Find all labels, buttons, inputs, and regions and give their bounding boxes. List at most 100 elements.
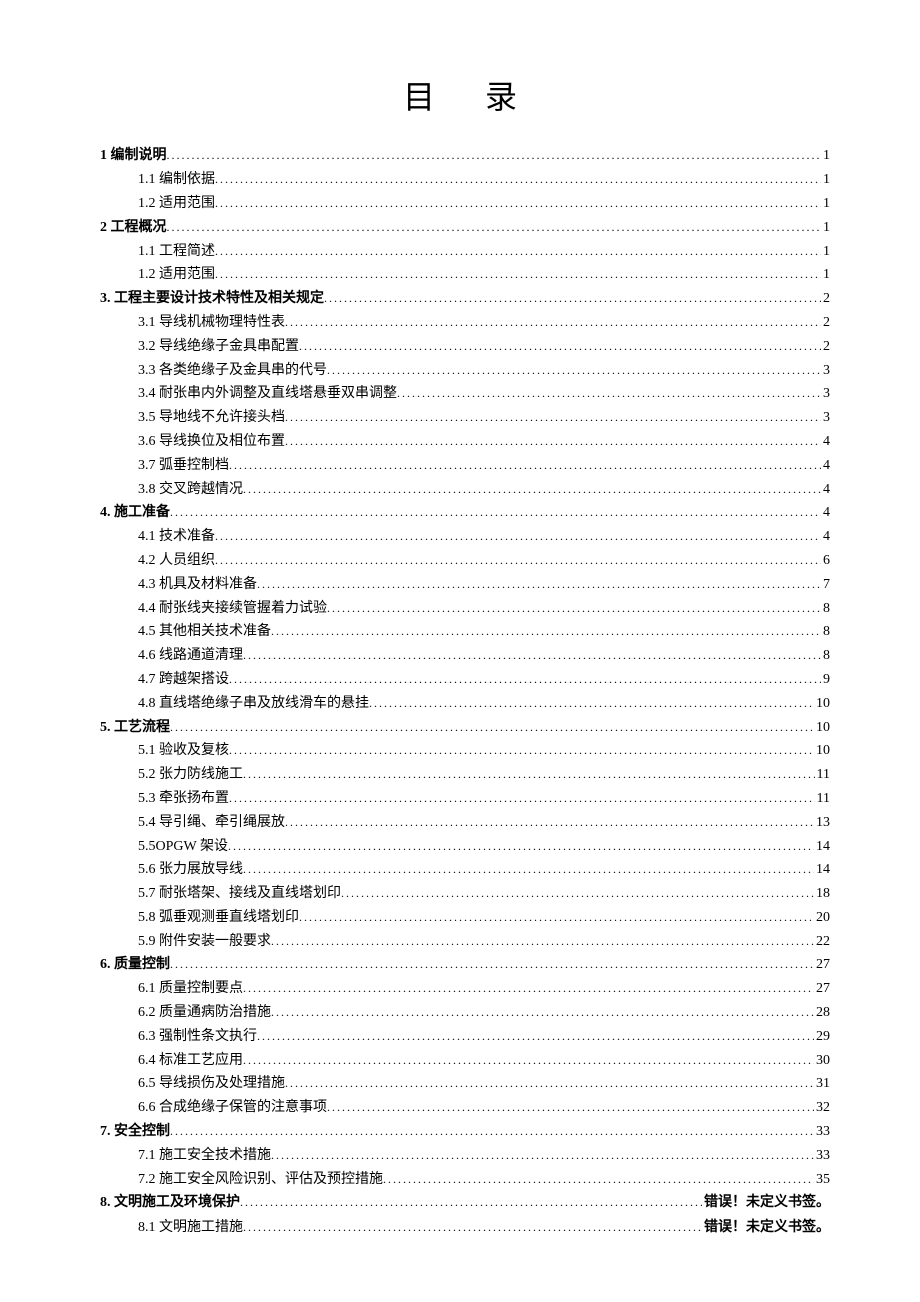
toc-dots <box>243 859 814 879</box>
toc-dots <box>170 502 821 522</box>
toc-page: 7 <box>821 573 830 597</box>
toc-page: 3 <box>821 382 830 406</box>
toc-page: 22 <box>814 930 830 954</box>
toc-page: 35 <box>814 1168 830 1192</box>
toc-dots <box>229 669 821 689</box>
toc-label: 6.3 强制性条文执行 <box>138 1025 257 1049</box>
toc-entry: 1 编制说明 1 <box>100 144 830 168</box>
toc-dots <box>243 1217 702 1237</box>
toc-label: 7.2 施工安全风险识别、评估及预控措施 <box>138 1168 383 1192</box>
toc-page: 33 <box>814 1144 830 1168</box>
toc-entry: 1.2 适用范围 1 <box>138 263 830 287</box>
toc-label: 7.1 施工安全技术措施 <box>138 1144 271 1168</box>
toc-entry: 5.5OPGW 架设 14 <box>138 835 830 859</box>
toc-entry: 5.6 张力展放导线 14 <box>138 858 830 882</box>
toc-entry: 8. 文明施工及环境保护 错误！未定义书签。 <box>100 1191 830 1215</box>
toc-label: 4.2 人员组织 <box>138 549 215 573</box>
toc-dots <box>243 479 821 499</box>
toc-dots <box>285 407 821 427</box>
toc-label: 1.1 工程简述 <box>138 240 215 264</box>
toc-dots <box>257 574 821 594</box>
toc-dots <box>369 693 814 713</box>
toc-dots <box>299 336 821 356</box>
toc-entry: 7.1 施工安全技术措施 33 <box>138 1144 830 1168</box>
toc-entry: 3.8 交叉跨越情况 4 <box>138 478 830 502</box>
toc-entry: 4.7 跨越架搭设 9 <box>138 668 830 692</box>
toc-entry: 4.4 耐张线夹接续管握着力试验 8 <box>138 597 830 621</box>
toc-entry: 3.3 各类绝缘子及金具串的代号 3 <box>138 359 830 383</box>
page-title: 目录 <box>140 70 830 124</box>
toc-page: 13 <box>814 811 830 835</box>
toc-dots <box>167 145 822 165</box>
toc-dots <box>240 1192 702 1212</box>
toc-label: 7. 安全控制 <box>100 1120 170 1144</box>
toc-label: 6. 质量控制 <box>100 953 170 977</box>
toc-dots <box>215 241 821 261</box>
toc-page: 1 <box>821 192 830 216</box>
toc-dots <box>327 1097 814 1117</box>
toc-dots <box>285 812 814 832</box>
toc-entry: 6.5 导线损伤及处理措施 31 <box>138 1072 830 1096</box>
toc-label: 3.6 导线换位及相位布置 <box>138 430 285 454</box>
toc-label: 4.3 机具及材料准备 <box>138 573 257 597</box>
toc-dots <box>271 1002 814 1022</box>
toc-entry: 5.9 附件安装一般要求 22 <box>138 930 830 954</box>
toc-page: 32 <box>814 1096 830 1120</box>
toc-dots <box>228 836 814 856</box>
toc-page: 27 <box>814 953 830 977</box>
toc-page: 4 <box>821 454 830 478</box>
toc-entry: 7.2 施工安全风险识别、评估及预控措施 35 <box>138 1168 830 1192</box>
toc-page: 1 <box>821 216 830 240</box>
toc-page: 1 <box>821 144 830 168</box>
toc-entry: 1.1 编制依据 1 <box>138 168 830 192</box>
toc-page: 28 <box>814 1001 830 1025</box>
toc-entry: 4.5 其他相关技术准备 8 <box>138 620 830 644</box>
toc-label: 3.5 导地线不允许接头档 <box>138 406 285 430</box>
toc-page: 9 <box>821 668 830 692</box>
toc-page: 11 <box>815 787 830 811</box>
toc-label: 2 工程概况 <box>100 216 167 240</box>
toc-page: 4 <box>821 478 830 502</box>
toc-label: 5.7 耐张塔架、接线及直线塔划印 <box>138 882 341 906</box>
toc-label: 8.1 文明施工措施 <box>138 1216 243 1240</box>
toc-dots <box>215 526 821 546</box>
toc-page: 31 <box>814 1072 830 1096</box>
toc-page: 6 <box>821 549 830 573</box>
toc-entry: 5.8 弧垂观测垂直线塔划印 20 <box>138 906 830 930</box>
toc-page: 4 <box>821 501 830 525</box>
toc-dots <box>271 621 821 641</box>
toc-page: 27 <box>814 977 830 1001</box>
toc-page: 8 <box>821 644 830 668</box>
toc-page: 3 <box>821 406 830 430</box>
toc-entry: 7. 安全控制 33 <box>100 1120 830 1144</box>
toc-entry: 4.6 线路通道清理 8 <box>138 644 830 668</box>
toc-entry: 6.3 强制性条文执行 29 <box>138 1025 830 1049</box>
toc-entry: 5.4 导引绳、牵引绳展放 13 <box>138 811 830 835</box>
toc-label: 3. 工程主要设计技术特性及相关规定 <box>100 287 324 311</box>
toc-dots <box>285 431 821 451</box>
toc-entry: 3.6 导线换位及相位布置 4 <box>138 430 830 454</box>
toc-page: 3 <box>821 359 830 383</box>
toc-dots <box>243 1050 814 1070</box>
toc-label: 5.4 导引绳、牵引绳展放 <box>138 811 285 835</box>
toc-dots <box>271 1145 814 1165</box>
toc-dots <box>271 931 814 951</box>
toc-entry: 3.1 导线机械物理特性表 2 <box>138 311 830 335</box>
toc-label: 5.5OPGW 架设 <box>138 835 228 859</box>
toc-dots <box>327 360 821 380</box>
toc-page: 1 <box>821 168 830 192</box>
toc-dots <box>229 740 814 760</box>
toc-entry: 1.1 工程简述 1 <box>138 240 830 264</box>
toc-page: 错误！未定义书签。 <box>702 1215 830 1239</box>
toc-dots <box>215 193 821 213</box>
toc-entry: 6.2 质量通病防治措施 28 <box>138 1001 830 1025</box>
toc-entry: 3.2 导线绝缘子金具串配置 2 <box>138 335 830 359</box>
toc-label: 4.4 耐张线夹接续管握着力试验 <box>138 597 327 621</box>
toc-label: 3.2 导线绝缘子金具串配置 <box>138 335 299 359</box>
toc-label: 5.2 张力防线施工 <box>138 763 243 787</box>
toc-label: 4.5 其他相关技术准备 <box>138 620 271 644</box>
toc-page: 29 <box>814 1025 830 1049</box>
toc-page: 20 <box>814 906 830 930</box>
toc-label: 6.6 合成绝缘子保管的注意事项 <box>138 1096 327 1120</box>
toc-label: 4.7 跨越架搭设 <box>138 668 229 692</box>
